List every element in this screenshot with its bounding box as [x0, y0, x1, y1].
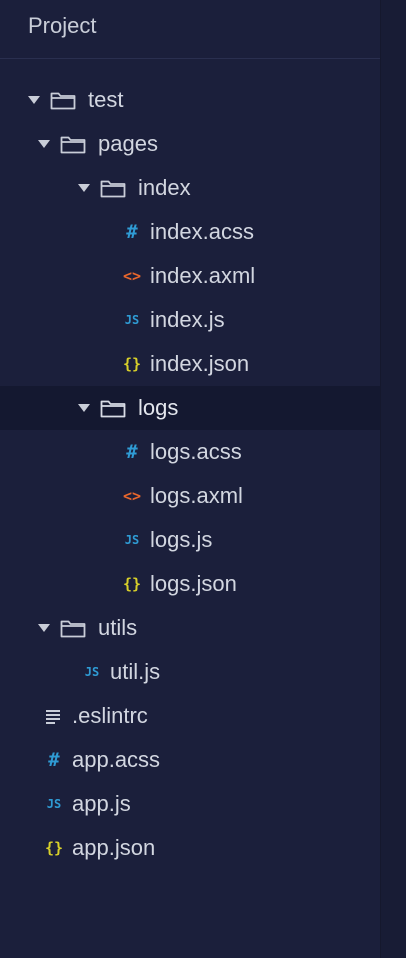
editor-gutter	[380, 0, 406, 958]
chevron-down-icon[interactable]	[78, 184, 90, 192]
file-label: logs.js	[150, 527, 213, 552]
folder-open-icon	[50, 92, 76, 110]
tree-folder-logs[interactable]: logs	[0, 386, 380, 430]
folder-label: test	[88, 87, 124, 112]
tree-file[interactable]: JS util.js	[0, 650, 380, 694]
css-file-icon: #	[126, 221, 138, 243]
file-label: app.acss	[72, 747, 161, 772]
folder-open-icon	[60, 136, 86, 154]
chevron-down-icon[interactable]	[38, 140, 50, 148]
folder-label: pages	[98, 131, 158, 156]
tree-file[interactable]: .eslintrc	[0, 694, 380, 738]
js-file-icon: JS	[46, 797, 62, 811]
tree-folder-utils[interactable]: utils	[0, 606, 380, 650]
file-label: util.js	[110, 659, 161, 684]
tree-file[interactable]: JS index.js	[0, 298, 380, 342]
file-label: app.json	[72, 835, 156, 860]
folder-open-icon	[60, 620, 86, 638]
tree-file[interactable]: <> logs.axml	[0, 474, 380, 518]
project-panel: Project test pages index # index.acss <>…	[0, 0, 380, 958]
tree-folder-test[interactable]: test	[0, 78, 380, 122]
js-file-icon: JS	[124, 313, 140, 327]
file-label: logs.axml	[150, 483, 243, 508]
folder-label: logs	[138, 395, 179, 420]
panel-header: Project	[0, 0, 380, 59]
tree-file[interactable]: {} index.json	[0, 342, 380, 386]
xml-file-icon: <>	[122, 267, 142, 285]
css-file-icon: #	[126, 441, 138, 463]
chevron-down-icon[interactable]	[78, 404, 90, 412]
folder-label: index	[138, 175, 191, 200]
tree-file[interactable]: {} logs.json	[0, 562, 380, 606]
css-file-icon: #	[48, 749, 60, 771]
folder-label: utils	[98, 615, 138, 640]
js-file-icon: JS	[84, 665, 100, 679]
js-file-icon: JS	[124, 533, 140, 547]
file-label: logs.acss	[150, 439, 242, 464]
tree-file[interactable]: # app.acss	[0, 738, 380, 782]
tree-folder-pages[interactable]: pages	[0, 122, 380, 166]
file-label: index.js	[150, 307, 225, 332]
folder-open-icon	[100, 400, 126, 418]
tree-file[interactable]: JS app.js	[0, 782, 380, 826]
chevron-down-icon[interactable]	[38, 624, 50, 632]
file-label: .eslintrc	[72, 703, 148, 728]
tree-file[interactable]: {} app.json	[0, 826, 380, 870]
file-label: index.acss	[150, 219, 254, 244]
text-file-icon	[46, 710, 60, 724]
file-label: app.js	[72, 791, 131, 816]
tree-file[interactable]: JS logs.js	[0, 518, 380, 562]
folder-open-icon	[100, 180, 126, 198]
chevron-down-icon[interactable]	[28, 96, 40, 104]
json-file-icon: {}	[122, 355, 142, 373]
panel-title: Project	[28, 13, 97, 38]
tree-file[interactable]: <> index.axml	[0, 254, 380, 298]
tree-folder-index[interactable]: index	[0, 166, 380, 210]
file-label: index.axml	[150, 263, 256, 288]
file-label: logs.json	[150, 571, 237, 596]
tree-file[interactable]: # logs.acss	[0, 430, 380, 474]
xml-file-icon: <>	[122, 487, 142, 505]
json-file-icon: {}	[44, 839, 64, 857]
tree-file[interactable]: # index.acss	[0, 210, 380, 254]
file-tree: test pages index # index.acss <> index.a…	[0, 78, 380, 870]
json-file-icon: {}	[122, 575, 142, 593]
file-label: index.json	[150, 351, 250, 376]
